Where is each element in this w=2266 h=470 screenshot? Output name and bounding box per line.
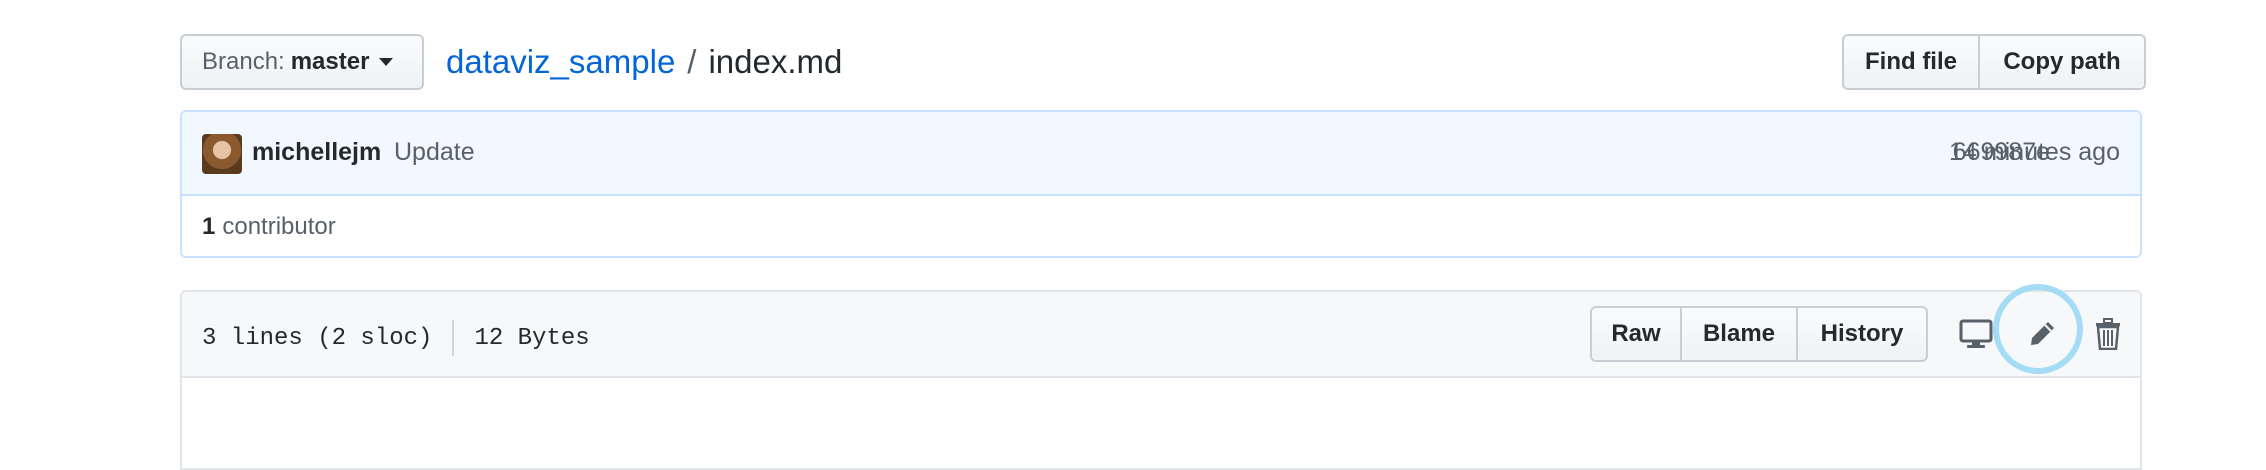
trash-icon[interactable] <box>2088 314 2128 354</box>
file-size: 12 Bytes <box>474 324 590 352</box>
commit-time: 14 minutes ago <box>1949 138 2120 166</box>
copy-path-button[interactable]: Copy path <box>1980 34 2146 90</box>
commit-tease: michellejm Update 669987e 14 minutes ago… <box>180 110 2142 258</box>
branch-label: Branch: <box>202 48 285 75</box>
file-header: 3 lines (2 sloc) 12 Bytes Raw Blame Hist… <box>182 292 2140 378</box>
breadcrumb-file-name: index.md <box>708 43 843 80</box>
branch-value: master <box>290 48 370 75</box>
avatar[interactable] <box>202 134 242 174</box>
branch-select-button[interactable]: Branch: master <box>180 34 424 90</box>
breadcrumb: dataviz_sample / index.md <box>446 38 842 86</box>
find-file-button[interactable]: Find file <box>1842 34 1980 90</box>
file-viewer: 3 lines (2 sloc) 12 Bytes Raw Blame Hist… <box>180 290 2142 470</box>
file-line-count: 3 lines (2 sloc) <box>202 324 433 352</box>
file-nav-button-group: Find file Copy path <box>1842 34 2146 90</box>
history-button[interactable]: History <box>1798 306 1928 362</box>
contributors-row[interactable]: 1 contributor <box>182 196 2140 256</box>
breadcrumb-separator: / <box>687 43 697 80</box>
raw-button[interactable]: Raw <box>1590 306 1682 362</box>
breadcrumb-repo-link[interactable]: dataviz_sample <box>446 43 675 81</box>
contributors-count: 1 <box>202 213 216 240</box>
blame-button[interactable]: Blame <box>1682 306 1798 362</box>
edit-highlight-ring <box>1993 284 2083 374</box>
file-info: 3 lines (2 sloc) 12 Bytes <box>202 320 590 356</box>
desktop-icon[interactable] <box>1956 314 1996 354</box>
commit-summary: michellejm Update 669987e 14 minutes ago <box>182 112 2140 196</box>
contributors-label: contributor <box>222 213 336 240</box>
caret-down-icon <box>379 58 394 66</box>
file-actions-button-group: Raw Blame History <box>1590 306 1928 362</box>
commit-message-link[interactable]: Update <box>394 138 475 167</box>
file-info-divider <box>452 320 455 356</box>
commit-author-link[interactable]: michellejm <box>252 138 381 167</box>
